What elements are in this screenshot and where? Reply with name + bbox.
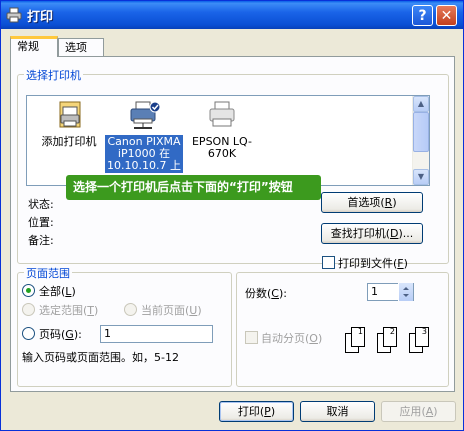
printer-list[interactable]: 添加打印机 Canon PIXMA iP1000 在 10.10.10.7 上 (26, 95, 430, 186)
range-current-radio[interactable] (124, 303, 137, 316)
cancel-button[interactable]: 取消 (300, 401, 375, 422)
range-selection-radio[interactable] (22, 303, 35, 316)
page-range-legend: 页面范围 (24, 265, 72, 281)
print-button[interactable]: 打印(P) (219, 401, 294, 422)
printer-list-scrollbar[interactable]: ▲ ▼ (412, 96, 429, 185)
scroll-down-icon[interactable]: ▼ (413, 169, 429, 185)
printer-item-epson[interactable]: EPSON LQ-670K (183, 100, 261, 161)
select-printer-group: 选择打印机 添加打印机 Canon PIXMA iP1000 在 10.10.1… (17, 67, 449, 270)
title-bar[interactable]: 打印 ? ✕ (1, 1, 463, 29)
collate-checkbox[interactable] (245, 331, 258, 344)
location-label: 位置: (28, 216, 54, 229)
print-to-file-label: 打印到文件(F) (338, 257, 408, 270)
collate-page: 3 (415, 327, 429, 347)
printer-icon (209, 101, 235, 127)
network-printer-icon (130, 101, 161, 129)
general-panel: 选择打印机 添加打印机 Canon PIXMA iP1000 在 10.10.1… (10, 56, 455, 392)
collate-page: 1 (351, 327, 365, 347)
help-button[interactable]: ? (412, 5, 433, 26)
copies-spinner[interactable] (398, 283, 413, 301)
select-printer-legend: 选择打印机 (24, 67, 83, 83)
printer-label: Canon PIXMA iP1000 在 10.10.10.7 上 (105, 135, 183, 173)
close-button[interactable]: ✕ (436, 5, 457, 26)
instruction-tooltip: 选择一个打印机后点击下面的“打印”按钮 (66, 175, 321, 200)
printer-item-canon[interactable]: Canon PIXMA iP1000 在 10.10.10.7 上 (105, 100, 183, 173)
tab-general[interactable]: 常规 (10, 36, 58, 57)
tab-options[interactable]: 选项 (58, 38, 104, 56)
range-selection-label: 选定范围(T) (39, 304, 99, 317)
printer-label: 添加打印机 (41, 135, 97, 148)
print-to-file-checkbox[interactable] (322, 256, 335, 269)
copies-label: 份数(C): (245, 287, 287, 300)
collate-label: 自动分页(O) (261, 332, 323, 345)
printer-icon (6, 7, 22, 23)
window-title: 打印 (27, 10, 54, 25)
scroll-thumb[interactable] (413, 112, 429, 152)
status-label: 状态: (28, 198, 54, 211)
page-range-group: 页面范围 全部(L) 选定范围(T) 当前页面(U) 页码(G): 1 输入页码… (17, 265, 232, 387)
range-current-label: 当前页面(U) (141, 304, 202, 317)
page-range-hint: 输入页码或页面范围。如，5-12 (22, 351, 179, 364)
preferences-button[interactable]: 首选项(R) (321, 192, 423, 213)
add-printer-icon (59, 101, 81, 128)
find-printer-button[interactable]: 查找打印机(D)... (321, 223, 423, 244)
pages-input[interactable]: 1 (100, 325, 213, 343)
printer-label: EPSON LQ-670K (191, 135, 252, 160)
printer-item-add[interactable]: 添加打印机 (30, 100, 108, 149)
comment-label: 备注: (28, 234, 54, 247)
print-dialog: 打印 ? ✕ 常规 选项 选择打印机 添加打印机 Canon PIXMA iP1… (0, 0, 464, 431)
range-all-radio[interactable] (22, 284, 35, 297)
copies-group: 份数(C): 1 自动分页(O) 1 1 2 2 3 3 (236, 272, 449, 387)
collate-page: 2 (383, 327, 397, 347)
apply-button[interactable]: 应用(A) (381, 401, 456, 422)
scroll-up-icon[interactable]: ▲ (413, 96, 429, 112)
range-pages-radio[interactable] (22, 327, 35, 340)
range-pages-label: 页码(G): (39, 328, 82, 341)
range-all-label: 全部(L) (39, 285, 76, 298)
spinner-arrows-icon (403, 287, 409, 297)
